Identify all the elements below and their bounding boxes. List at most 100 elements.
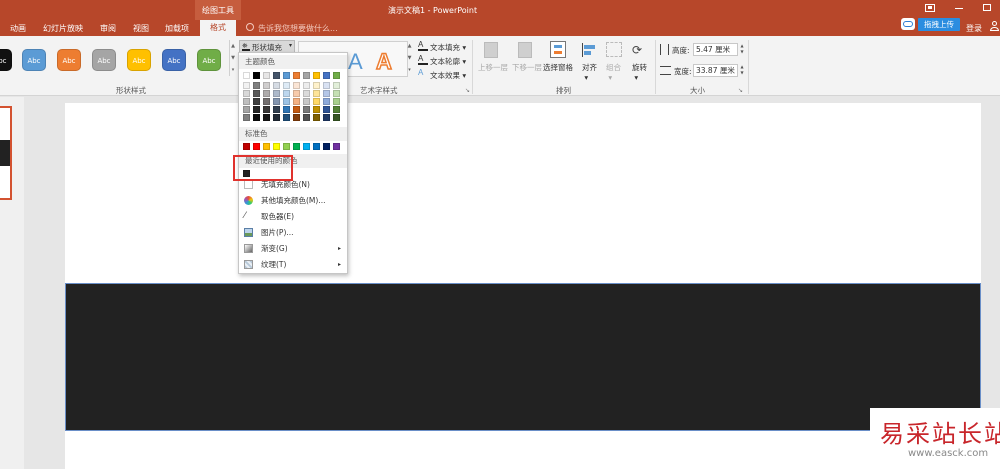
theme-shade-swatch[interactable] [293, 98, 300, 105]
theme-shade-swatch[interactable] [323, 90, 330, 97]
standard-color-swatch[interactable] [273, 143, 280, 150]
shape-style-swatch-3[interactable]: Abc [57, 49, 81, 71]
theme-shade-swatch[interactable] [273, 114, 280, 121]
theme-shade-swatch[interactable] [323, 82, 330, 89]
theme-shade-swatch[interactable] [333, 82, 340, 89]
theme-shade-swatch[interactable] [333, 90, 340, 97]
theme-shade-swatch[interactable] [293, 90, 300, 97]
shape-style-swatch-2[interactable]: Abc [22, 49, 46, 71]
width-spinner[interactable]: ▲ ▼ [739, 64, 745, 77]
tab-format[interactable]: 格式 [200, 20, 236, 36]
width-input[interactable]: 33.87 厘米 [693, 64, 738, 77]
theme-shade-swatch[interactable] [313, 98, 320, 105]
theme-shade-swatch[interactable] [283, 98, 290, 105]
selection-pane-button[interactable]: 选择窗格 [543, 62, 573, 73]
theme-shade-swatch[interactable] [333, 98, 340, 105]
height-input[interactable]: 5.47 厘米 [693, 43, 738, 56]
standard-color-swatch[interactable] [283, 143, 290, 150]
menu-item-eyedropper[interactable]: ⁄ 取色器(E) [241, 209, 345, 224]
wordart-sample-blue[interactable]: A [348, 49, 363, 75]
wordart-sample-orange[interactable]: A [375, 48, 392, 75]
theme-shade-swatch[interactable] [263, 90, 270, 97]
standard-color-swatch[interactable] [323, 143, 330, 150]
menu-item-more-fill-colors[interactable]: 其他填充颜色(M)... [241, 193, 345, 208]
standard-color-swatch[interactable] [243, 143, 250, 150]
standard-color-swatch[interactable] [303, 143, 310, 150]
theme-shade-swatch[interactable] [293, 114, 300, 121]
shape-style-swatch-1[interactable]: Abc [0, 49, 12, 71]
theme-color-swatch[interactable] [283, 72, 290, 79]
text-outline-button[interactable]: 文本轮廓 ▾ [430, 56, 466, 67]
cloud-icon[interactable] [901, 18, 915, 30]
theme-color-swatch[interactable] [243, 72, 250, 79]
shape-style-swatch-7[interactable]: Abc [197, 49, 221, 71]
theme-shade-swatch[interactable] [313, 90, 320, 97]
theme-shade-swatch[interactable] [323, 98, 330, 105]
user-icon[interactable] [990, 21, 999, 31]
tab-animations[interactable]: 动画 [10, 23, 26, 34]
size-dialog-launcher-icon[interactable]: ↘ [738, 87, 743, 94]
theme-shade-swatch[interactable] [263, 98, 270, 105]
standard-color-swatch[interactable] [313, 143, 320, 150]
theme-shade-swatch[interactable] [323, 114, 330, 121]
selected-rectangle-shape[interactable] [65, 283, 981, 431]
height-spinner[interactable]: ▲ ▼ [739, 43, 745, 56]
minimize-icon[interactable] [955, 8, 963, 9]
text-fill-button[interactable]: 文本填充 ▾ [430, 42, 466, 53]
theme-shade-swatch[interactable] [263, 114, 270, 121]
theme-shade-swatch[interactable] [273, 98, 280, 105]
dialog-launcher-icon[interactable]: ↘ [465, 87, 470, 94]
theme-shade-swatch[interactable] [303, 82, 310, 89]
tab-review[interactable]: 审阅 [100, 23, 116, 34]
theme-shade-swatch[interactable] [263, 82, 270, 89]
theme-shade-swatch[interactable] [303, 106, 310, 113]
theme-shade-swatch[interactable] [253, 82, 260, 89]
restore-icon[interactable] [983, 4, 991, 11]
theme-shade-swatch[interactable] [243, 106, 250, 113]
theme-shade-swatch[interactable] [273, 90, 280, 97]
tab-view[interactable]: 视图 [133, 23, 149, 34]
menu-item-texture[interactable]: 纹理(T) ▸ [241, 257, 345, 272]
tab-slideshow[interactable]: 幻灯片放映 [43, 23, 83, 34]
standard-color-swatch[interactable] [253, 143, 260, 150]
theme-shade-swatch[interactable] [313, 82, 320, 89]
menu-item-gradient[interactable]: 渐变(G) ▸ [241, 241, 345, 256]
theme-shade-swatch[interactable] [313, 114, 320, 121]
shape-style-swatch-5[interactable]: Abc [127, 49, 151, 71]
theme-color-swatch[interactable] [333, 72, 340, 79]
standard-color-swatch[interactable] [293, 143, 300, 150]
theme-shade-swatch[interactable] [243, 82, 250, 89]
theme-color-swatch[interactable] [253, 72, 260, 79]
theme-shade-swatch[interactable] [283, 90, 290, 97]
theme-shade-swatch[interactable] [283, 114, 290, 121]
shape-style-swatch-6[interactable]: Abc [162, 49, 186, 71]
gallery-scroll[interactable]: ▲ ▼ ▾ [229, 40, 236, 76]
theme-shade-swatch[interactable] [253, 98, 260, 105]
theme-shade-swatch[interactable] [253, 114, 260, 121]
bring-forward-button[interactable]: 上移一层 [478, 62, 508, 73]
wordart-scroll[interactable]: ▲ ▼ ▾ [406, 40, 413, 76]
theme-color-swatch[interactable] [273, 72, 280, 79]
standard-color-swatch[interactable] [333, 143, 340, 150]
text-effects-button[interactable]: 文本效果 ▾ [430, 70, 466, 81]
theme-shade-swatch[interactable] [283, 82, 290, 89]
theme-shade-swatch[interactable] [253, 106, 260, 113]
tab-addins[interactable]: 加载项 [165, 23, 189, 34]
send-backward-button[interactable]: 下移一层 [512, 62, 542, 73]
theme-shade-swatch[interactable] [253, 90, 260, 97]
shape-style-swatch-4[interactable]: Abc [92, 49, 116, 71]
theme-shade-swatch[interactable] [263, 106, 270, 113]
ribbon-display-options-icon[interactable] [925, 4, 935, 12]
theme-shade-swatch[interactable] [293, 82, 300, 89]
theme-shade-swatch[interactable] [333, 114, 340, 121]
theme-shade-swatch[interactable] [283, 106, 290, 113]
rotate-button[interactable]: 旋转 ▾ [632, 62, 647, 82]
theme-color-swatch[interactable] [323, 72, 330, 79]
theme-color-swatch[interactable] [293, 72, 300, 79]
group-button[interactable]: 组合 ▾ [606, 62, 621, 82]
theme-shade-swatch[interactable] [243, 98, 250, 105]
theme-shade-swatch[interactable] [243, 114, 250, 121]
theme-shade-swatch[interactable] [273, 106, 280, 113]
theme-shade-swatch[interactable] [293, 106, 300, 113]
theme-color-swatch[interactable] [263, 72, 270, 79]
